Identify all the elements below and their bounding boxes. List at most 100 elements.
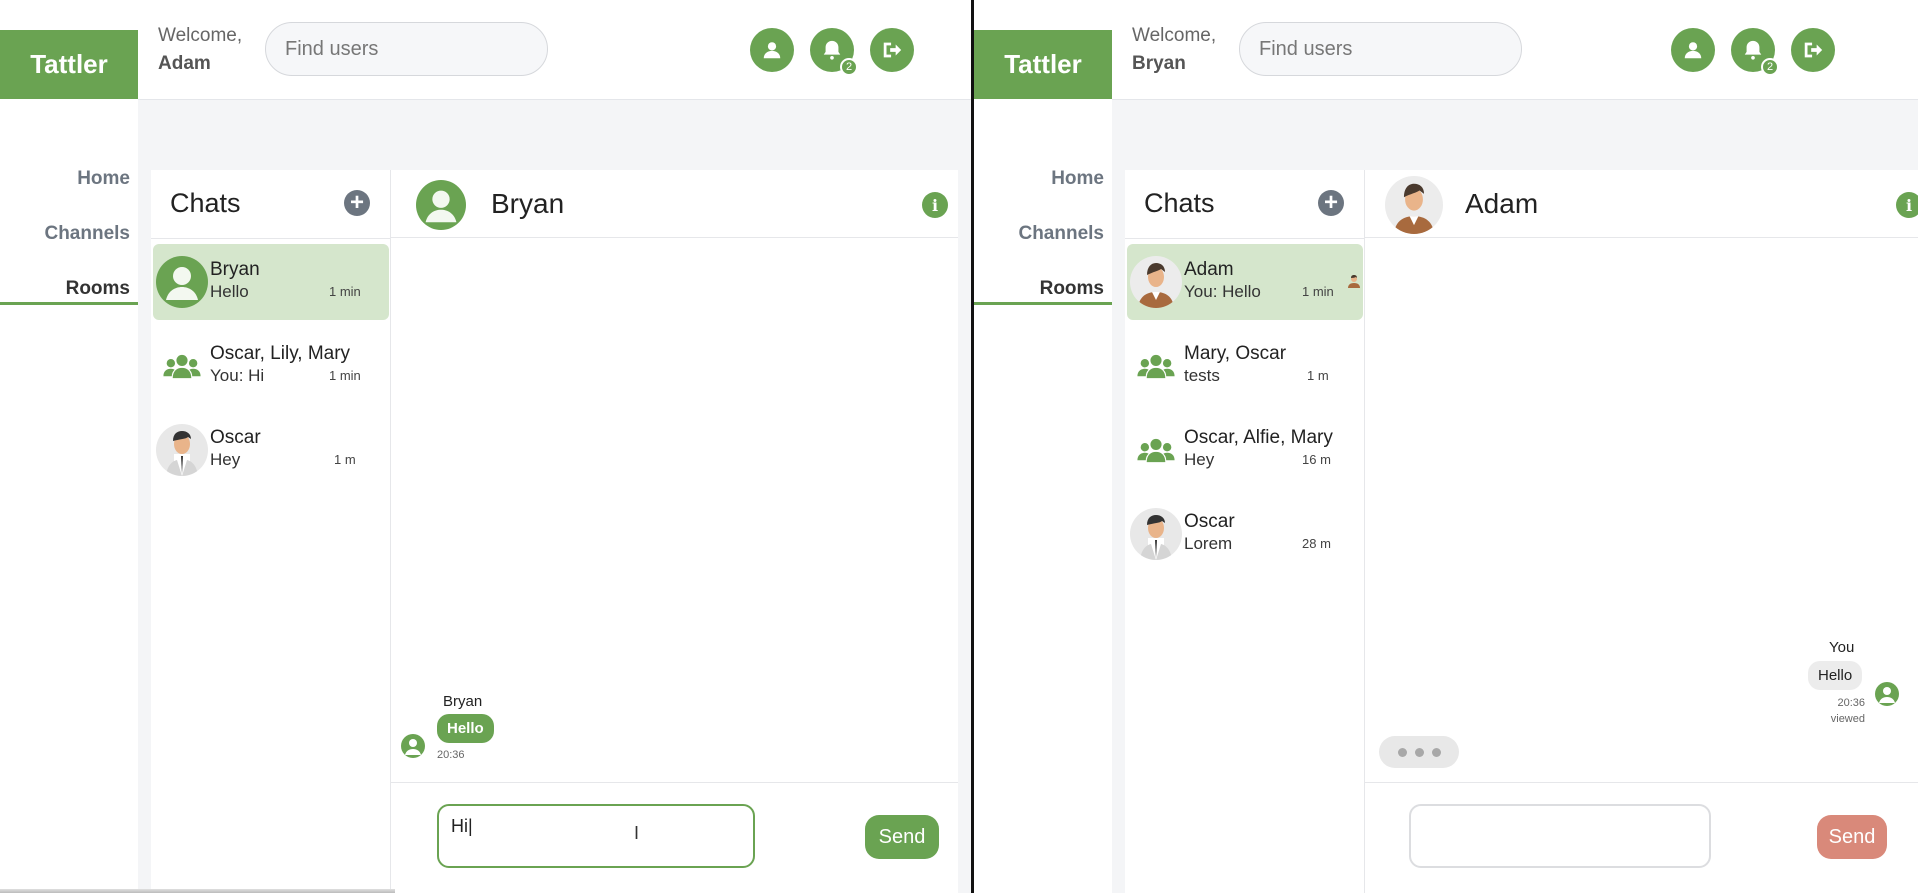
header: Welcome, Bryan Find users 2 — [1112, 0, 1918, 100]
chat-name: Oscar, Alfie, Mary — [1184, 427, 1333, 448]
message-bubble: Hello — [437, 714, 494, 743]
notification-badge: 2 — [840, 58, 858, 76]
message-bubble: Hello — [1808, 661, 1863, 690]
chat-list-item[interactable]: Oscar Lorem 28 m — [1127, 496, 1363, 572]
bell-icon — [1744, 40, 1762, 60]
user-icon — [1684, 42, 1702, 59]
send-button[interactable]: Send — [865, 815, 939, 859]
default-user-icon — [416, 180, 466, 230]
adam-avatar — [1130, 256, 1182, 308]
chat-time: 1 m — [334, 452, 356, 467]
chat-list-item[interactable]: Oscar Hey 1 m — [153, 412, 389, 488]
chat-name: Mary, Oscar — [1184, 343, 1287, 364]
nav-home[interactable]: Home — [1051, 168, 1104, 190]
chat-last-message: You: Hello — [1184, 282, 1261, 301]
conversation-header: Adam i — [1365, 170, 1918, 238]
chat-last-message: Lorem — [1184, 534, 1233, 553]
chat-time: 1 m — [1307, 368, 1329, 383]
chat-list-item[interactable]: Oscar, Lily, Mary You: Hi 1 min — [153, 328, 389, 404]
chat-time: 1 min — [329, 368, 361, 383]
nav-active-indicator — [974, 302, 1112, 305]
message-input[interactable]: Hi| — [437, 804, 755, 868]
sender-avatar-icon — [1875, 682, 1899, 706]
text-caret: | — [468, 816, 473, 836]
send-button[interactable]: Send — [1817, 815, 1887, 859]
chat-list-item[interactable]: Bryan Hello 1 min — [153, 244, 389, 320]
conversation-title: Bryan — [491, 188, 565, 219]
chats-panel: Chats + Adam You: Hello 1 min Mary, Osca… — [1125, 170, 1365, 893]
search-input[interactable]: Find users — [1239, 22, 1522, 76]
nav-home[interactable]: Home — [77, 168, 130, 190]
logout-button[interactable] — [870, 28, 914, 72]
message-time: 20:36 — [1837, 697, 1865, 709]
notification-badge: 2 — [1761, 58, 1779, 76]
chat-time: 16 m — [1302, 452, 1331, 467]
chat-name: Oscar — [210, 427, 261, 448]
new-chat-button[interactable]: + — [1318, 190, 1344, 216]
welcome-username: Adam — [158, 53, 211, 74]
chat-last-message: Hey — [1184, 450, 1215, 469]
welcome-text: Welcome, Adam — [158, 22, 242, 78]
sidebar: Tattler Home Channels Rooms — [0, 0, 138, 893]
message-status: viewed — [1830, 713, 1865, 725]
message-sender: You — [1829, 639, 1855, 656]
nav-rooms[interactable]: Rooms — [66, 278, 130, 300]
bell-icon — [823, 40, 841, 60]
chat-list-item[interactable]: Mary, Oscar tests 1 m — [1127, 328, 1363, 404]
chat-name: Adam — [1184, 259, 1234, 280]
sidebar: Tattler Home Channels Rooms — [974, 0, 1112, 893]
sender-avatar-icon — [401, 734, 425, 758]
chat-list-item[interactable]: Adam You: Hello 1 min — [1127, 244, 1363, 320]
chat-name: Bryan — [210, 259, 260, 280]
message-input-value: Hi — [451, 816, 468, 836]
search-placeholder: Find users — [285, 37, 379, 60]
brand-logo[interactable]: Tattler — [974, 30, 1112, 99]
left-pane-adam: Tattler Home Channels Rooms Welcome, Ada… — [0, 0, 971, 893]
typing-dot — [1431, 747, 1441, 757]
divider — [1125, 238, 1364, 239]
chats-title: Chats — [1144, 188, 1215, 218]
info-button[interactable]: i — [922, 192, 948, 218]
message-sender: Bryan — [443, 693, 483, 710]
notifications-button[interactable]: 2 — [1731, 28, 1779, 76]
read-receipt-avatar-icon — [1347, 274, 1361, 288]
logout-button[interactable] — [1791, 28, 1835, 72]
info-button[interactable]: i — [1896, 192, 1918, 218]
conversation-panel: Bryan i Bryan Hello 20:36 Hi| I Send — [391, 170, 958, 893]
profile-button[interactable] — [1671, 28, 1715, 72]
conversation-title: Adam — [1465, 188, 1539, 219]
logout-icon — [1804, 42, 1823, 58]
chat-list-item[interactable]: Oscar, Alfie, Mary Hey 16 m — [1127, 412, 1363, 488]
nav-channels[interactable]: Channels — [44, 223, 130, 245]
chat-last-message: You: Hi — [210, 366, 265, 385]
welcome-text: Welcome, Bryan — [1132, 22, 1216, 78]
plus-icon: + — [349, 189, 364, 216]
search-placeholder: Find users — [1259, 37, 1353, 60]
group-icon — [156, 340, 208, 392]
chat-last-message: Hey — [210, 450, 241, 469]
welcome-username: Bryan — [1132, 53, 1186, 74]
typing-dot — [1397, 747, 1407, 757]
nav-rooms[interactable]: Rooms — [1040, 278, 1104, 300]
group-icon — [1130, 340, 1182, 392]
new-chat-button[interactable]: + — [344, 190, 370, 216]
default-user-icon — [156, 256, 208, 308]
screen: Tattler Home Channels Rooms Welcome, Ada… — [0, 0, 1918, 893]
chat-time: 1 min — [1302, 284, 1334, 299]
message-composer: Send — [1365, 782, 1918, 893]
message-input[interactable] — [1409, 804, 1711, 868]
typing-dot — [1414, 747, 1424, 757]
profile-button[interactable] — [750, 28, 794, 72]
search-input[interactable]: Find users — [265, 22, 548, 76]
nav-channels[interactable]: Channels — [1018, 223, 1104, 245]
chat-last-message: Hello — [210, 282, 249, 301]
chats-panel: Chats + Bryan Hello 1 min Oscar, Lily, M… — [151, 170, 391, 893]
notifications-button[interactable]: 2 — [810, 28, 858, 76]
chat-time: 1 min — [329, 284, 361, 299]
brand-logo[interactable]: Tattler — [0, 30, 138, 99]
chat-name: Oscar, Lily, Mary — [210, 343, 351, 364]
chat-last-message: tests — [1184, 366, 1220, 385]
plus-icon: + — [1323, 189, 1338, 216]
oscar-avatar — [1130, 508, 1182, 560]
welcome-greeting: Welcome, — [158, 25, 243, 46]
